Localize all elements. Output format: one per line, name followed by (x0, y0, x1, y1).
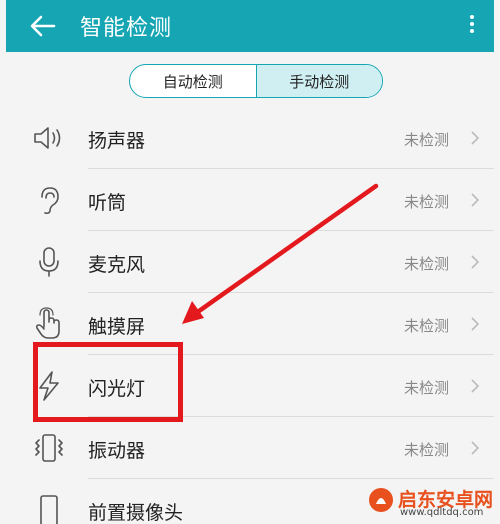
watermark: 启东安卓网 www.qdltdq.com (368, 483, 494, 523)
ear-icon (32, 183, 66, 217)
list-item-label: 麦克风 (88, 254, 146, 276)
title-bar: 智能检测 (6, 0, 494, 52)
list-item-speaker[interactable]: 扬声器 未检测 (6, 107, 494, 169)
list-item-vibrator[interactable]: 振动器 未检测 (6, 417, 494, 479)
highlight-box (33, 342, 183, 422)
test-item-list: 扬声器 未检测 听筒 未检测 麦克风 未检测 触摸屏 未检测 闪光灯 未检测 振… (6, 107, 494, 524)
chevron-right-icon (469, 130, 481, 146)
list-item-microphone[interactable]: 麦克风 未检测 (6, 231, 494, 293)
tab-auto-detect[interactable]: 自动检测 (130, 65, 256, 97)
microphone-icon (32, 245, 66, 279)
list-item-earpiece[interactable]: 听筒 未检测 (6, 169, 494, 231)
page-title: 智能检测 (80, 16, 173, 41)
status-text: 未检测 (404, 317, 450, 335)
status-text: 未检测 (404, 193, 450, 211)
site-logo-icon (368, 487, 394, 513)
mode-switch: 自动检测 手动检测 (129, 64, 383, 98)
tab-manual-detect[interactable]: 手动检测 (255, 65, 382, 97)
list-item-label: 前置摄像头 (88, 502, 184, 524)
chevron-right-icon (469, 440, 481, 456)
status-text: 未检测 (404, 255, 450, 273)
more-options-icon[interactable] (464, 12, 480, 40)
list-item-label: 振动器 (88, 440, 146, 462)
app-frame: 智能检测 自动检测 手动检测 扬声器 未检测 听筒 未检测 麦克风 未检测 触摸… (6, 0, 494, 524)
back-icon[interactable] (26, 9, 60, 43)
list-item-label: 听筒 (88, 192, 127, 214)
chevron-right-icon (469, 378, 481, 394)
vibration-icon (32, 431, 66, 465)
status-text: 未检测 (404, 131, 450, 149)
list-item-label: 触摸屏 (88, 316, 146, 338)
watermark-url: www.qdltdq.com (400, 507, 484, 518)
chevron-right-icon (469, 254, 481, 270)
status-text: 未检测 (404, 441, 450, 459)
touch-icon (32, 307, 66, 341)
chevron-right-icon (469, 192, 481, 208)
phone-icon (32, 493, 66, 524)
speaker-icon (32, 121, 66, 155)
list-item-label: 扬声器 (88, 130, 146, 152)
chevron-right-icon (469, 316, 481, 332)
status-text: 未检测 (404, 379, 450, 397)
